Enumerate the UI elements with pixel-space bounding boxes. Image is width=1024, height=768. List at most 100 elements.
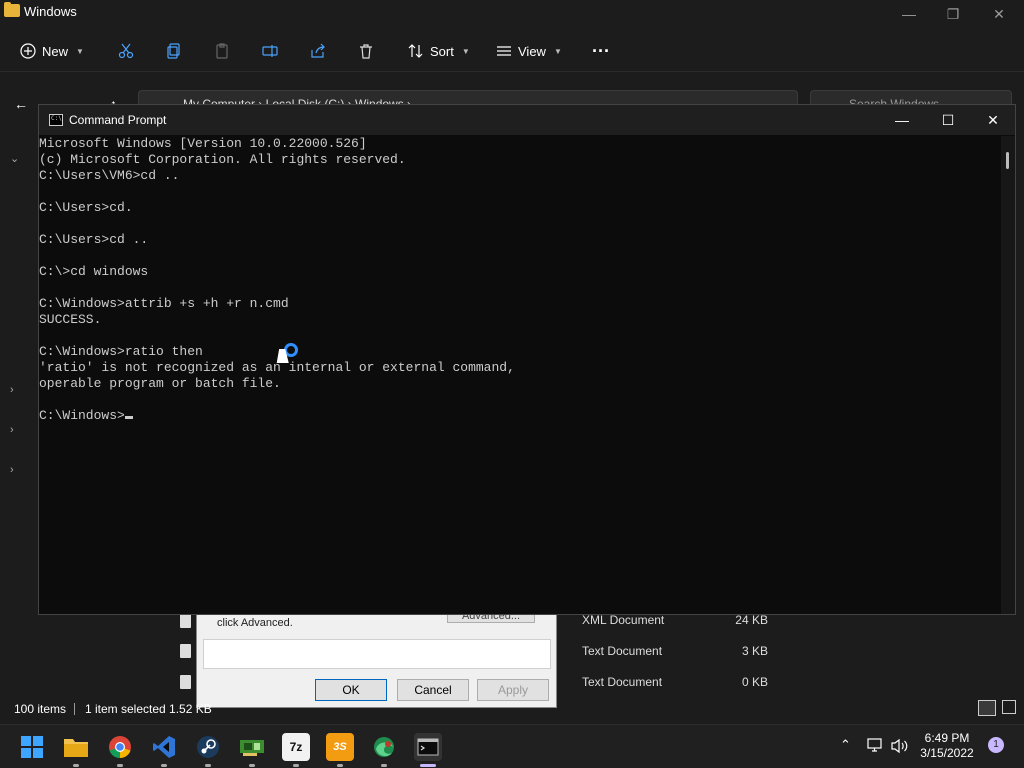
command-prompt-window[interactable]: C:\ Command Prompt — ☐ ✕ Microsoft Windo… <box>38 104 1016 615</box>
new-label: New <box>42 43 69 59</box>
expand-chevron-icon[interactable]: ⌄ <box>10 152 19 165</box>
file-type: Text Document <box>582 675 663 689</box>
view-list-icon <box>497 46 511 56</box>
folder-icon <box>64 739 88 757</box>
more-label: ··· <box>592 40 610 61</box>
terminal-icon <box>417 738 439 756</box>
file-icon <box>180 644 191 658</box>
visual-studio-icon <box>153 736 175 758</box>
taskbar-command-prompt[interactable] <box>414 733 442 761</box>
properties-dialog: Advanced... click Advanced. OK Cancel Ap… <box>196 604 557 708</box>
console-prompt: C:\Windows> <box>39 408 125 423</box>
paste-button[interactable] <box>214 38 230 64</box>
mouse-pointer-icon <box>276 349 292 363</box>
taskbar-visual-studio[interactable] <box>150 733 178 761</box>
cut-button[interactable] <box>118 38 134 64</box>
clock-date: 3/15/2022 <box>920 746 974 760</box>
properties-field <box>203 639 551 669</box>
taskbar-file-explorer[interactable] <box>62 733 90 761</box>
vertical-scrollbar[interactable] <box>1001 136 1015 614</box>
notification-badge[interactable]: 1 <box>988 737 1004 753</box>
file-icon <box>180 675 191 689</box>
start-button[interactable] <box>18 733 46 761</box>
system-clock[interactable]: 6:49 PM 3/15/2022 <box>916 731 978 761</box>
status-divider <box>74 703 75 715</box>
view-label: View <box>518 43 546 59</box>
copy-icon <box>167 43 180 59</box>
share-icon <box>311 43 325 58</box>
restore-icon[interactable]: ❐ <box>930 0 976 28</box>
sort-icon <box>408 44 423 58</box>
running-indicator <box>205 764 211 767</box>
running-indicator <box>337 764 343 767</box>
rename-icon <box>262 45 278 57</box>
clock-time: 6:49 PM <box>924 731 970 745</box>
item-count: 100 items <box>14 702 67 716</box>
active-indicator <box>420 764 436 767</box>
console-line: (c) Microsoft Corporation. All rights re… <box>39 152 406 167</box>
taskbar-7zip[interactable]: 7z <box>282 733 310 761</box>
cmd-title-bar[interactable]: C:\ Command Prompt — ☐ ✕ <box>39 105 1015 135</box>
running-indicator <box>249 764 255 767</box>
sort-button[interactable]: Sort ▼ <box>408 38 470 64</box>
expand-chevron-icon[interactable]: › <box>10 384 14 396</box>
selection-info: 1 item selected 1.52 KB <box>85 702 212 716</box>
taskbar-edge[interactable] <box>370 733 398 761</box>
volume-icon[interactable] <box>890 738 910 754</box>
minimize-icon[interactable]: — <box>879 105 925 135</box>
console-line: C:\Users\VM6>cd .. <box>39 168 180 183</box>
delete-button[interactable] <box>358 38 374 64</box>
close-icon[interactable]: ✕ <box>970 105 1016 135</box>
back-arrow-icon[interactable]: ← <box>14 96 30 112</box>
console-line: Microsoft Windows [Version 10.0.22000.52… <box>39 136 367 151</box>
steam-icon <box>197 736 219 758</box>
taskbar-steam[interactable] <box>194 733 222 761</box>
expand-chevron-icon[interactable]: › <box>10 464 14 476</box>
chevron-down-icon: ▼ <box>76 46 84 56</box>
clipboard-icon <box>216 43 228 59</box>
minimize-icon[interactable]: — <box>886 0 932 28</box>
taskbar-gpu-z[interactable] <box>238 733 266 761</box>
chevron-down-icon: ▼ <box>553 46 562 56</box>
close-icon[interactable]: ✕ <box>976 0 1022 28</box>
show-hidden-icons-chevron-icon[interactable]: ⌃ <box>840 737 851 753</box>
folder-icon <box>4 2 20 17</box>
console-line: SUCCESS. <box>39 312 102 327</box>
more-options-button[interactable]: ··· <box>592 38 610 64</box>
chrome-icon <box>109 736 131 759</box>
taskbar-3dmark[interactable]: 3S <box>326 733 354 761</box>
explorer-command-bar: New ▼ Sort ▼ View ▼ ··· <box>0 30 1024 72</box>
file-size: 3 KB <box>741 644 768 658</box>
view-button[interactable]: View ▼ <box>496 38 562 64</box>
running-indicator <box>161 764 167 767</box>
rename-button[interactable] <box>262 38 278 64</box>
details-view-icon[interactable] <box>978 700 996 716</box>
graphics-card-icon <box>240 740 264 756</box>
explorer-title: Windows <box>24 4 77 19</box>
edge-icon <box>374 737 394 757</box>
expand-chevron-icon[interactable]: › <box>10 424 14 436</box>
sort-label: Sort <box>430 43 454 59</box>
share-button[interactable] <box>310 38 326 64</box>
running-indicator <box>293 764 299 767</box>
tiles-view-icon[interactable] <box>1002 700 1016 714</box>
copy-button[interactable] <box>166 38 182 64</box>
scrollbar-thumb[interactable] <box>1006 152 1009 169</box>
taskbar: 7z 3S ⌃ 6:49 PM 3/15/2022 1 <box>0 724 1024 768</box>
maximize-icon[interactable]: ☐ <box>925 105 971 135</box>
running-indicator <box>381 764 387 767</box>
console-output[interactable]: Microsoft Windows [Version 10.0.22000.52… <box>39 136 1001 614</box>
cmd-title: Command Prompt <box>69 113 167 127</box>
network-icon[interactable] <box>866 737 884 753</box>
explorer-title-bar[interactable]: Windows — ❐ ✕ <box>0 0 1024 26</box>
console-line: C:\Windows>attrib +s +h +r n.cmd <box>39 296 289 311</box>
taskbar-chrome[interactable] <box>106 733 134 761</box>
new-button[interactable]: New ▼ <box>20 38 84 64</box>
file-size: 0 KB <box>741 675 768 689</box>
plus-circle-icon <box>20 43 36 59</box>
navigation-pane: ⌄ › › › <box>0 140 40 700</box>
